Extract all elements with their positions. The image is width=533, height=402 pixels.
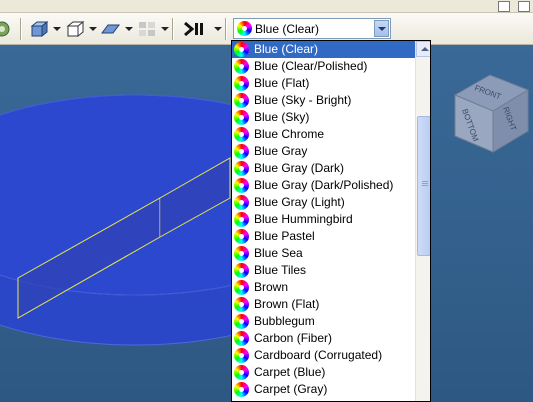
list-item[interactable]: Blue (Flat): [232, 75, 415, 92]
material-combo-value: Blue (Clear): [255, 22, 320, 36]
chevron-down-icon[interactable]: [125, 27, 133, 31]
color-wheel-icon: [234, 314, 249, 329]
list-item[interactable]: Blue Tiles: [232, 262, 415, 279]
list-item[interactable]: Blue (Clear): [232, 41, 415, 58]
color-wheel-icon: [234, 178, 249, 193]
viewer-icon[interactable]: [0, 20, 12, 38]
render-icon[interactable]: [182, 20, 206, 38]
color-wheel-icon: [234, 161, 249, 176]
color-wheel-icon: [234, 42, 249, 57]
grip-icon: [422, 181, 428, 182]
list-item[interactable]: Carpet (Gray): [232, 381, 415, 398]
toolbar-separator: [20, 18, 22, 40]
color-wheel-icon: [234, 76, 249, 91]
list-item[interactable]: Blue Chrome: [232, 126, 415, 143]
chevron-down-icon[interactable]: [161, 27, 169, 31]
color-wheel-icon: [234, 59, 249, 74]
color-wheel-icon: [234, 365, 249, 380]
list-item[interactable]: Brown: [232, 279, 415, 296]
color-wheel-icon: [234, 127, 249, 142]
dropdown-button[interactable]: [374, 20, 389, 37]
color-wheel-icon: [234, 229, 249, 244]
material-items: Blue (Clear) Blue (Clear/Polished) Blue …: [232, 41, 415, 398]
color-wheel-icon: [234, 110, 249, 125]
color-wheel-icon: [234, 246, 249, 261]
color-wheel-icon: [234, 280, 249, 295]
list-item[interactable]: Cardboard (Corrugated): [232, 347, 415, 364]
chevron-down-icon[interactable]: [53, 27, 61, 31]
color-wheel-icon: [234, 212, 249, 227]
list-item[interactable]: Blue (Clear/Polished): [232, 58, 415, 75]
color-wheel-icon: [234, 195, 249, 210]
list-item[interactable]: Blue Gray (Dark): [232, 160, 415, 177]
color-wheel-icon: [234, 263, 249, 278]
color-wheel-icon: [234, 93, 249, 108]
list-scrollbar[interactable]: [415, 41, 430, 401]
color-wheel-icon: [234, 348, 249, 363]
chevron-down-icon[interactable]: [89, 27, 97, 31]
list-item[interactable]: Brown (Flat): [232, 296, 415, 313]
plane-icon[interactable]: [100, 20, 120, 38]
list-item[interactable]: Bubblegum: [232, 313, 415, 330]
color-wheel-icon: [234, 297, 249, 312]
list-item[interactable]: Carbon (Fiber): [232, 330, 415, 347]
chevron-down-icon[interactable]: [214, 27, 222, 31]
list-item[interactable]: Blue Gray (Dark/Polished): [232, 177, 415, 194]
material-dropdown-list[interactable]: Blue (Clear) Blue (Clear/Polished) Blue …: [231, 40, 431, 402]
list-item[interactable]: Blue (Sky - Bright): [232, 92, 415, 109]
box-view-icon[interactable]: [29, 20, 49, 38]
color-wheel-icon: [234, 382, 249, 397]
color-wheel-icon: [234, 331, 249, 346]
list-item[interactable]: Blue Sea: [232, 245, 415, 262]
top-strip: [0, 0, 533, 13]
close-button[interactable]: [518, 1, 530, 12]
color-wheel-icon: [234, 144, 249, 159]
scrollbar-thumb[interactable]: [417, 116, 430, 256]
list-item[interactable]: Blue Gray (Light): [232, 194, 415, 211]
list-item[interactable]: Carpet (Blue): [232, 364, 415, 381]
list-item[interactable]: Blue Gray: [232, 143, 415, 160]
color-wheel-icon: [237, 21, 252, 36]
material-combo[interactable]: Blue (Clear): [233, 18, 391, 39]
toolbar-separator: [172, 18, 174, 40]
grid-icon[interactable]: [137, 20, 157, 38]
list-item[interactable]: Blue Hummingbird: [232, 211, 415, 228]
toolbar-separator: [225, 18, 227, 40]
list-item[interactable]: Blue Pastel: [232, 228, 415, 245]
scroll-up-arrow-icon[interactable]: [416, 41, 430, 57]
restore-button[interactable]: [498, 1, 510, 12]
list-item[interactable]: Blue (Sky): [232, 109, 415, 126]
wireframe-box-icon[interactable]: [65, 20, 85, 38]
